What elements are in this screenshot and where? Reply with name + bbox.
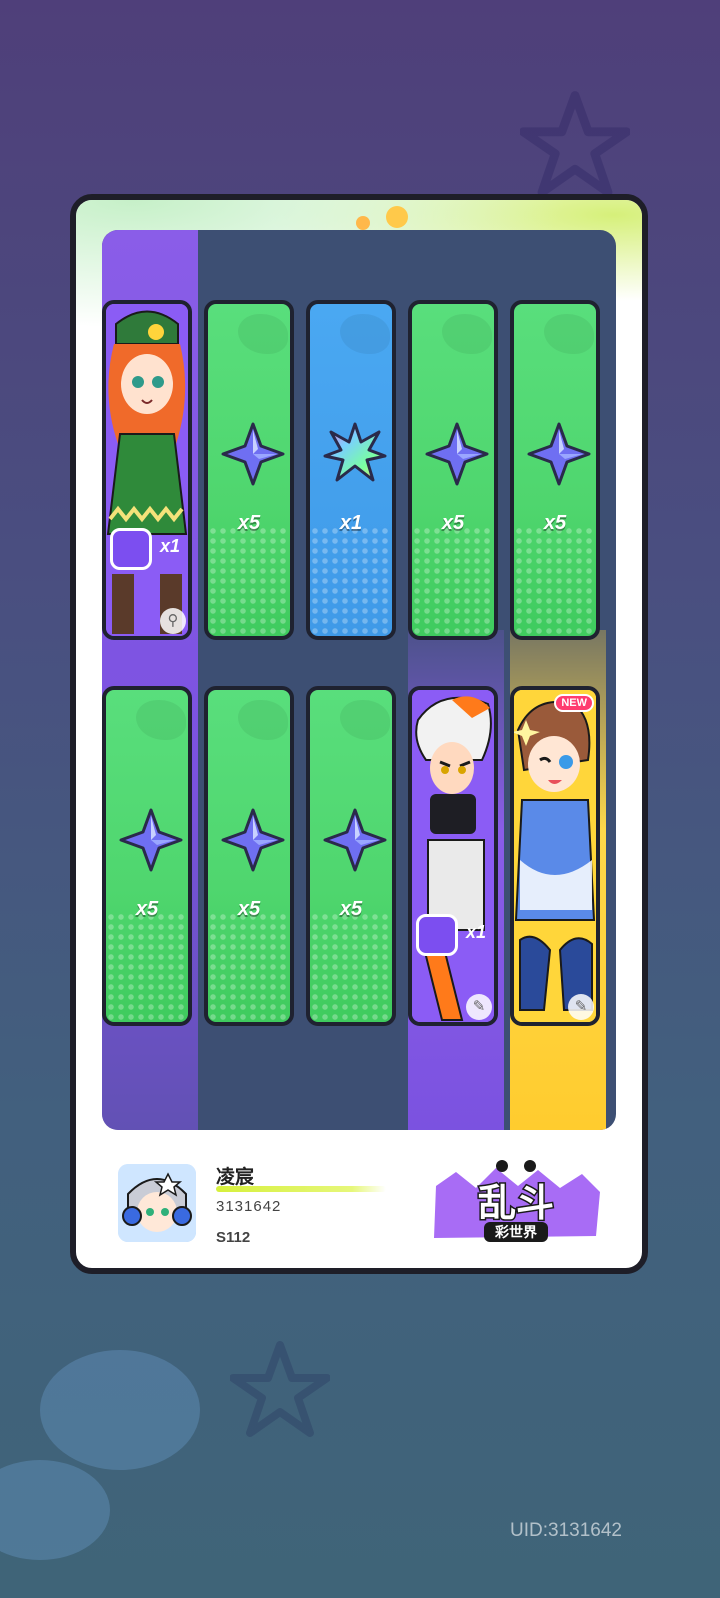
decor-dot xyxy=(386,206,408,228)
tile-dots xyxy=(412,526,494,636)
background-splash xyxy=(40,1350,200,1470)
reward-quantity: x5 xyxy=(543,512,567,534)
reward-quantity: x5 xyxy=(237,512,261,534)
reward-quantity: x1 xyxy=(339,512,363,534)
character-portrait-redhair xyxy=(106,304,188,636)
reward-quantity: x5 xyxy=(441,512,465,534)
reward-tile-character[interactable]: x1 ⚲ xyxy=(102,300,192,640)
reward-quantity: x1 xyxy=(466,922,487,942)
tile-dots xyxy=(208,526,290,636)
character-portrait-brownhair xyxy=(514,690,596,1022)
reward-tile-star-gem[interactable]: x5 xyxy=(204,300,294,640)
feather-icon: ✎ xyxy=(466,994,492,1020)
avatar-portrait-icon xyxy=(118,1164,196,1242)
decor-dot xyxy=(356,216,370,230)
character-shard-badge xyxy=(110,528,152,570)
name-underline xyxy=(216,1186,386,1192)
reward-tile-star-gem[interactable]: x5 xyxy=(408,300,498,640)
star-gem-icon xyxy=(323,808,387,872)
reward-panel: x1 ⚲ x5 x1 x5 x5 x5 x5 x5 x1 ✎ NEW ✎ xyxy=(102,230,616,1130)
character-shard-badge xyxy=(416,914,458,956)
player-server: S112 xyxy=(216,1229,251,1246)
background-splash xyxy=(0,1460,110,1560)
reward-quantity: x1 xyxy=(160,536,181,556)
reward-tile-star-gem[interactable]: x5 xyxy=(102,686,192,1026)
uid-label: UID:3131642 xyxy=(510,1520,622,1541)
game-logo-art: 乱斗 彩世界 xyxy=(434,1160,600,1242)
player-name: 凌宸 xyxy=(216,1167,255,1188)
star-gem-icon xyxy=(221,422,285,486)
reward-tile-star-gem[interactable]: x5 xyxy=(204,686,294,1026)
player-avatar[interactable] xyxy=(118,1164,196,1242)
tile-splat xyxy=(442,314,492,354)
tile-dots xyxy=(106,912,188,1022)
background-star-icon xyxy=(230,1341,330,1437)
reward-tile-star-gem[interactable]: x5 xyxy=(306,686,396,1026)
tile-splat xyxy=(136,700,186,740)
reward-tile-rainbow-gem[interactable]: x1 xyxy=(306,300,396,640)
rainbow-gem-icon xyxy=(323,422,387,482)
tile-splat xyxy=(238,314,288,354)
tile-dots xyxy=(310,526,392,636)
tile-splat xyxy=(340,700,390,740)
star-gem-icon xyxy=(425,422,489,486)
tile-splat xyxy=(238,700,288,740)
star-gem-icon xyxy=(221,808,285,872)
logo-main-text: 乱斗 xyxy=(478,1183,554,1225)
key-icon: ⚲ xyxy=(160,608,186,634)
player-info-footer: 凌宸 3131642 S112 乱斗 彩世界 xyxy=(76,1130,642,1268)
reward-tile-star-gem[interactable]: x5 xyxy=(510,300,600,640)
reward-tile-character[interactable]: x1 ✎ xyxy=(408,686,498,1026)
reward-quantity: x5 xyxy=(339,898,363,920)
character-portrait-whitehair xyxy=(412,690,494,1022)
star-gem-icon xyxy=(527,422,591,486)
player-id: 3131642 xyxy=(216,1198,282,1215)
tile-dots xyxy=(310,912,392,1022)
reward-tile-character-new[interactable]: NEW ✎ xyxy=(510,686,600,1026)
game-logo: 乱斗 彩世界 xyxy=(426,1158,606,1250)
logo-sub-text: 彩世界 xyxy=(494,1224,538,1240)
tile-splat xyxy=(340,314,390,354)
gacha-result-card: x1 ⚲ x5 x1 x5 x5 x5 x5 x5 x1 ✎ NEW ✎ 凌宸 … xyxy=(70,194,648,1274)
reward-quantity: x5 xyxy=(135,898,159,920)
background-star-icon xyxy=(520,91,630,197)
tile-dots xyxy=(514,526,596,636)
feather-icon: ✎ xyxy=(568,994,594,1020)
reward-quantity: x5 xyxy=(237,898,261,920)
tile-splat xyxy=(544,314,594,354)
tile-dots xyxy=(208,912,290,1022)
star-gem-icon xyxy=(119,808,183,872)
new-badge: NEW xyxy=(554,694,594,712)
